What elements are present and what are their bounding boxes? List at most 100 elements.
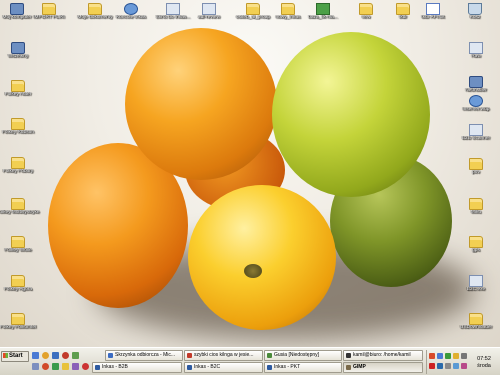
taskbar-button[interactable]: szybki cios kilnga w jesie... [184,350,263,361]
taskbar-button[interactable]: Inkas - B2C [184,362,263,373]
show-desktop-icon[interactable] [32,352,39,359]
desktop-icon-adf-review[interactable]: adf-review [186,3,232,20]
desktop-icon-koncole-inkas[interactable]: Koncole Inkas [108,3,154,20]
tray-icon-4[interactable] [453,353,459,359]
desktop-icon-folkey-agora[interactable]: Folkey Agora [0,275,41,292]
quicklaunch-icon-1[interactable] [32,363,39,370]
desktop-icon-folkey-auter[interactable]: Folkey Auter [0,80,41,97]
desktop-icon-pov[interactable]: pov [453,158,499,175]
desktop-icon-label: inserver.wdp [462,107,490,112]
desktop-icon-netinstlier[interactable]: NetInstlier [453,76,499,93]
desktop-icon-baza-lik-nia[interactable]: baza_lik-nia... [300,3,346,20]
desktop-icon-wszelkny[interactable]: Wszelkny [0,42,41,59]
folder-icon [11,313,25,325]
desktop-icon-label: Folkey Agora [4,287,32,292]
quicklaunch-icon-5[interactable] [72,363,79,370]
task-app-icon [187,353,192,358]
task-app-icon [346,365,351,370]
folder-icon [42,3,56,15]
desktop-icon-b2c-exe[interactable]: B2C.exe [453,275,499,292]
desktop-icon-label: Folkey Rubson [2,130,34,135]
quicklaunch-icon-3[interactable] [52,363,59,370]
quicklaunch-icon-6[interactable] [82,363,89,370]
taskbar-button-label: Inkas - B2B [102,364,128,370]
start-label: Start [9,353,23,359]
scanner-icon [469,124,483,136]
clock-day: środa [477,363,491,369]
desktop-icon-folkey-rubson[interactable]: Folkey Rubson [0,118,41,135]
task-app-icon [187,365,192,370]
tray-icon-2[interactable] [437,353,443,359]
volume-icon[interactable] [461,353,467,359]
app-launcher-icon[interactable] [72,352,79,359]
tray-icon-6[interactable] [445,363,451,369]
desktop-icon-label: USDownloader [459,325,493,330]
folder-icon [469,236,483,248]
desktop-icon-label: Koncole Inkas [115,15,147,20]
computer-icon [10,3,24,15]
desktop-icon-miku[interactable]: Miku [453,198,499,215]
start-button[interactable]: Start [1,351,29,362]
clock[interactable]: 07:52 środa [469,356,499,370]
desktop-icon-folkey-multisystryke[interactable]: Folkey Multisystryke [0,198,41,215]
taskbar-button[interactable]: kamil@biuro: /home/kamil [343,350,423,361]
network-status-icon[interactable] [437,363,443,369]
desktop-icon-tkdr-api-txt[interactable]: tkdr API.txt [410,3,456,20]
task-app-icon [267,353,272,358]
mail-icon[interactable] [52,352,59,359]
desktop-icon-folkey-wolle[interactable]: Folkey Wolle [0,236,41,253]
shortcut-icon [469,42,483,54]
tray-icon-7[interactable] [453,363,459,369]
documents-icon [88,3,102,15]
desktop-icon-usdownloader[interactable]: USDownloader [453,313,499,330]
desktop-icon-label: B2C.exe [466,287,486,292]
clock-time: 07:52 [477,356,491,362]
text-file-icon [426,3,440,15]
desktop-icon-label: tkdr API.txt [421,15,445,20]
folder-icon [246,3,260,15]
desktop-icon-b2b-scanner[interactable]: B2B Scanner [453,124,499,141]
folder-icon [11,118,25,130]
system-tray: 07:52 środa [426,350,499,374]
desktop-icon-import-pliki[interactable]: IMPORT PLIKI [26,3,72,20]
browser-icon[interactable] [42,352,49,359]
quicklaunch-icon-2[interactable] [42,363,49,370]
opera-icon[interactable] [62,352,69,359]
desktop-icon-kosz[interactable]: Kosz [452,3,498,20]
taskbar: Start Skrzynka odbiorcza - Mic... szybki … [0,347,500,375]
taskbar-button-label: GIMP [353,364,366,370]
taskbar-button-label: Inkas - B2C [194,364,221,370]
folder-icon [11,80,25,92]
desktop-icon-gps[interactable]: gps [453,236,499,253]
taskbar-button[interactable]: Gusia [Niedostępny] [264,350,342,361]
desktop-icon-folkey-fobory[interactable]: Folkey Fobory [0,157,41,174]
folder-icon [11,157,25,169]
task-app-icon [267,365,272,370]
quicklaunch-icon-4[interactable] [62,363,69,370]
taskbar-button[interactable]: Inkas - PKT [264,362,342,373]
wallpaper-orange-top [125,28,277,180]
desktop-icon-inserver-wdp[interactable]: inserver.wdp [453,95,499,112]
tray-icon-3[interactable] [445,353,451,359]
shortcut-icon [202,3,216,15]
taskbar-button[interactable]: Skrzynka odbiorcza - Mic... [105,350,183,361]
folder-icon [469,158,483,170]
taskbar-button[interactable]: Inkas - B2B [92,362,182,373]
desktop-icon-label: Folkey Fobory [2,169,34,174]
tray-icon-8[interactable] [461,363,467,369]
wallpaper-lime-right [272,32,430,197]
taskbar-button[interactable]: GIMP [343,362,423,373]
desktop-icon-raw[interactable]: Raw [453,42,499,59]
tray-icon-5[interactable] [429,363,435,369]
task-app-icon [108,353,113,358]
folder-icon [469,313,483,325]
desktop-icon-label: adf-review [197,15,221,20]
tray-icon-1[interactable] [429,353,435,359]
folder-icon [11,236,25,248]
network-icon [469,76,483,88]
desktop-icon-folkey-folkomtel[interactable]: Folkey Folkomtel [0,313,41,330]
desktop-icon-label: gps [472,248,480,253]
spreadsheet-icon [316,3,330,15]
task-app-icon [346,353,351,358]
folder-icon [359,3,373,15]
